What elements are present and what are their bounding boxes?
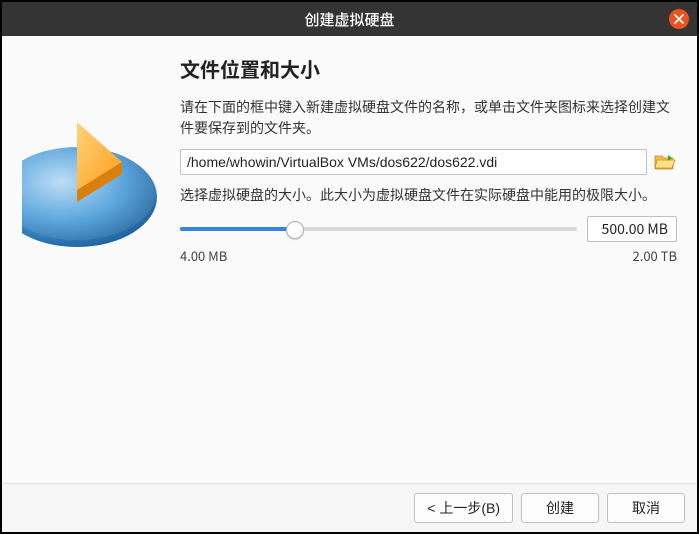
window-title: 创建虚拟硬盘 — [2, 9, 697, 30]
close-icon — [674, 14, 684, 24]
size-row: 500.00 MB — [180, 216, 677, 242]
page-heading: 文件位置和大小 — [180, 54, 677, 83]
slider-limits: 4.00 MB 2.00 TB — [180, 246, 677, 265]
slider-min-label: 4.00 MB — [180, 246, 227, 265]
dialog-footer: < 上一步(B) 创建 取消 — [2, 483, 697, 532]
close-button[interactable] — [669, 9, 689, 29]
size-slider[interactable] — [180, 219, 577, 239]
size-value-box[interactable]: 500.00 MB — [587, 216, 677, 242]
slider-fill — [180, 227, 295, 231]
title-bar: 创建虚拟硬盘 — [2, 2, 697, 36]
cancel-button[interactable]: 取消 — [607, 493, 685, 523]
disk-size-description: 选择虚拟硬盘的大小。此大小为虚拟硬盘文件在实际硬盘中能用的极限大小。 — [180, 185, 677, 206]
folder-open-icon — [654, 153, 676, 171]
disk-pie-icon — [22, 82, 162, 252]
dialog-body: 文件位置和大小 请在下面的框中键入新建虚拟硬盘文件的名称，或单击文件夹图标来选择… — [2, 36, 697, 532]
back-button[interactable]: < 上一步(B) — [414, 493, 513, 523]
browse-folder-button[interactable] — [653, 151, 677, 173]
file-path-input[interactable] — [180, 149, 647, 175]
wizard-illustration — [22, 54, 162, 483]
dialog-window: 创建虚拟硬盘 — [0, 0, 699, 534]
create-button[interactable]: 创建 — [521, 493, 599, 523]
file-path-row — [180, 149, 677, 175]
content-area: 文件位置和大小 请在下面的框中键入新建虚拟硬盘文件的名称，或单击文件夹图标来选择… — [2, 36, 697, 483]
slider-thumb[interactable] — [286, 221, 304, 239]
slider-max-label: 2.00 TB — [633, 246, 678, 265]
file-location-description: 请在下面的框中键入新建虚拟硬盘文件的名称，或单击文件夹图标来选择创建文件要保存到… — [180, 97, 677, 139]
main-panel: 文件位置和大小 请在下面的框中键入新建虚拟硬盘文件的名称，或单击文件夹图标来选择… — [180, 54, 677, 483]
